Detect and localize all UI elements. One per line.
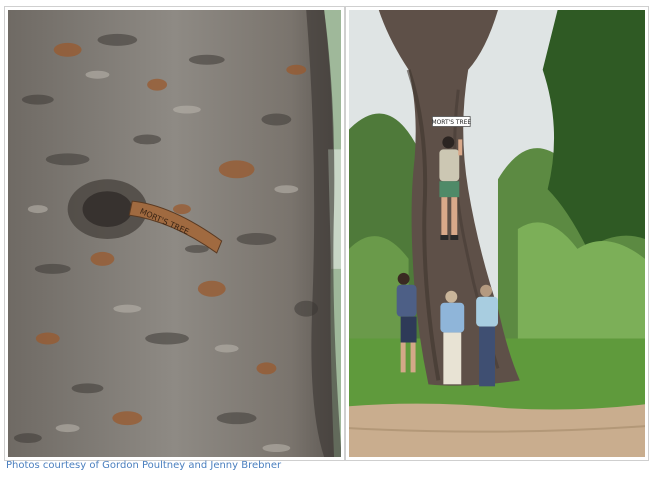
tree-people-photo: MORT'S TREE (345, 6, 649, 461)
tree-scene-image: MORT'S TREE (349, 10, 645, 457)
sign-text: MORT'S TREE (431, 119, 471, 126)
photo-credit-caption: Photos courtesy of Gordon Poultney and J… (6, 460, 282, 471)
bark-closeup-image: MORT'S TREE (8, 10, 341, 457)
bark-closeup-photo: MORT'S TREE (4, 6, 345, 461)
